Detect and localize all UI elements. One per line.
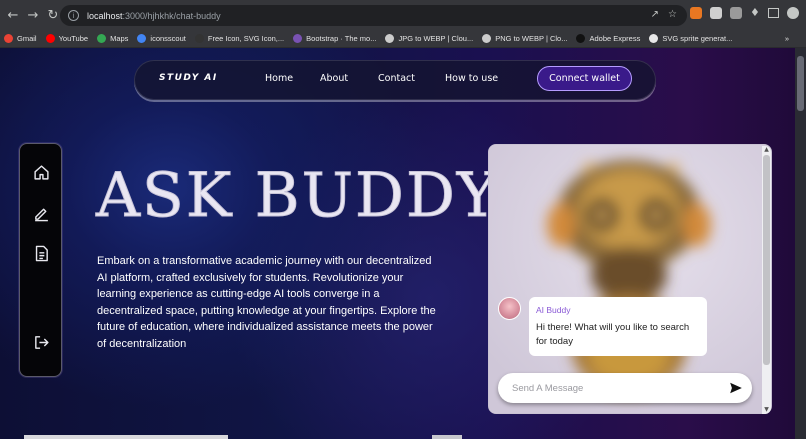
bookmark-item[interactable]: YouTube bbox=[45, 34, 89, 43]
page: STUDY AI Home About Contact How to use C… bbox=[0, 48, 806, 439]
bookmark-item[interactable]: PNG to WEBP | Clo... bbox=[482, 34, 567, 43]
bookmark-label: Adobe Express bbox=[589, 34, 641, 43]
bookmark-favicon-icon bbox=[385, 34, 395, 43]
side-nav bbox=[19, 143, 62, 377]
extension-icon[interactable] bbox=[690, 6, 702, 19]
bookmark-label: Free Icon, SVG Icon,... bbox=[207, 34, 285, 43]
bookmark-label: Gmail bbox=[17, 34, 37, 43]
page-title: ASK BUDDY bbox=[95, 160, 500, 232]
back-icon[interactable]: ← bbox=[4, 6, 22, 24]
bookmark-label: iconsscout bbox=[150, 34, 186, 43]
extension-icon[interactable] bbox=[710, 6, 722, 19]
extensions-puzzle-icon[interactable]: ♦ bbox=[750, 6, 760, 19]
site-info-icon[interactable]: i bbox=[68, 10, 79, 21]
logout-icon[interactable] bbox=[33, 334, 50, 351]
bookmark-favicon-icon bbox=[194, 34, 204, 43]
bookmark-favicon-icon bbox=[97, 34, 107, 43]
bot-avatar bbox=[498, 297, 521, 320]
bookmark-item[interactable]: Adobe Express bbox=[576, 34, 640, 43]
bookmark-label: PNG to WEBP | Clo... bbox=[495, 34, 568, 43]
bot-message-bubble: AI Buddy Hi there! What will you like to… bbox=[529, 297, 707, 356]
forward-icon[interactable]: → bbox=[24, 6, 42, 24]
bookmark-label: Maps bbox=[110, 34, 129, 43]
bookmark-label: YouTube bbox=[58, 34, 89, 43]
bookmark-label: JPG to WEBP | Clou... bbox=[398, 34, 474, 43]
share-icon[interactable]: ↗ bbox=[651, 9, 659, 20]
side-panel-icon[interactable] bbox=[767, 7, 779, 18]
message-input[interactable] bbox=[512, 380, 712, 396]
nav-link-home[interactable]: Home bbox=[265, 73, 293, 84]
message-input-box bbox=[498, 373, 752, 403]
profile-avatar-icon[interactable] bbox=[786, 6, 799, 19]
bot-message-text: Hi there! What will you like to search f… bbox=[536, 322, 690, 347]
home-icon[interactable] bbox=[33, 164, 50, 181]
nav-link-about[interactable]: About bbox=[320, 73, 348, 84]
bookmarks-bar: Gmail YouTube Maps iconsscout Free Icon, SVG… bbox=[0, 30, 806, 48]
bookmark-favicon-icon bbox=[137, 34, 147, 43]
page-scrollbar[interactable] bbox=[795, 48, 806, 439]
extension-icon[interactable] bbox=[730, 6, 742, 19]
send-icon[interactable] bbox=[729, 381, 743, 395]
url-path: :3000/hjhkhk/chat-buddy bbox=[122, 10, 221, 21]
page-scrollbar-thumb[interactable] bbox=[797, 56, 804, 111]
bookmark-item[interactable]: Bootstrap · The mo... bbox=[293, 34, 376, 43]
bookmark-item[interactable]: SVG sprite generat... bbox=[649, 34, 732, 43]
bookmark-favicon-icon bbox=[4, 34, 13, 43]
bookmark-item[interactable]: Free Icon, SVG Icon,... bbox=[194, 34, 285, 43]
bookmark-item[interactable]: iconsscout bbox=[137, 34, 186, 43]
bookmark-item[interactable]: Gmail bbox=[4, 34, 37, 43]
edit-icon[interactable] bbox=[33, 205, 50, 222]
address-bar[interactable]: i localhost:3000/hjhkhk/chat-buddy ↗ ☆ bbox=[60, 5, 687, 26]
footer-edge bbox=[24, 435, 228, 439]
more-bookmarks-icon[interactable]: » bbox=[785, 34, 789, 43]
footer-edge bbox=[432, 435, 462, 439]
bot-name: AI Buddy bbox=[536, 305, 571, 315]
bookmark-favicon-icon bbox=[576, 34, 586, 43]
url-text: localhost:3000/hjhkhk/chat-buddy bbox=[87, 11, 221, 21]
bookmark-item[interactable]: JPG to WEBP | Clou... bbox=[385, 34, 473, 43]
nav-link-contact[interactable]: Contact bbox=[378, 73, 415, 84]
scroll-up-icon[interactable]: ▲ bbox=[763, 147, 770, 153]
bookmark-item[interactable]: Maps bbox=[97, 34, 128, 43]
hero-description: Embark on a transformative academic jour… bbox=[97, 255, 436, 350]
bookmark-label: SVG sprite generat... bbox=[662, 34, 733, 43]
bookmark-favicon-icon bbox=[482, 34, 492, 43]
connect-wallet-button[interactable]: Connect wallet bbox=[537, 66, 632, 91]
browser-toolbar: ← → ↻ i localhost:3000/hjhkhk/chat-buddy… bbox=[0, 0, 806, 30]
bookmark-star-icon[interactable]: ☆ bbox=[668, 9, 677, 20]
document-icon[interactable] bbox=[33, 245, 50, 262]
bookmark-favicon-icon bbox=[293, 34, 303, 43]
url-host: localhost bbox=[87, 10, 123, 21]
chat-scrollbar[interactable]: ▲ ▼ bbox=[762, 146, 771, 414]
top-navbar: STUDY AI Home About Contact How to use C… bbox=[134, 60, 656, 100]
bookmark-favicon-icon bbox=[649, 34, 659, 43]
bookmark-favicon-icon bbox=[45, 34, 55, 43]
chat-scrollbar-thumb[interactable] bbox=[763, 155, 770, 365]
brand-logo[interactable]: STUDY AI bbox=[159, 73, 218, 83]
scroll-down-icon[interactable]: ▼ bbox=[763, 407, 770, 413]
bookmark-label: Bootstrap · The mo... bbox=[306, 34, 377, 43]
nav-link-how-to-use[interactable]: How to use bbox=[445, 73, 498, 84]
